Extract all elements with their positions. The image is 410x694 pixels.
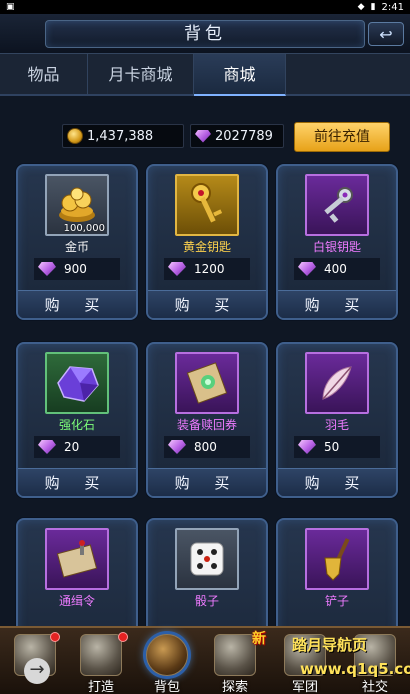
gold-balance: 1,437,388 bbox=[62, 124, 184, 148]
notification-icon: ▣ bbox=[6, 2, 15, 12]
battery-icon: ▮ bbox=[370, 2, 376, 12]
compass-icon bbox=[214, 634, 256, 676]
shovel-icon bbox=[324, 538, 350, 581]
tab-monthly-card-shop[interactable]: 月卡商城 bbox=[88, 54, 194, 96]
tab-bar: 物品 月卡商城 商城 bbox=[0, 54, 410, 96]
arrow-right-icon[interactable]: → bbox=[24, 658, 50, 684]
item-price: 1200 bbox=[164, 258, 250, 280]
gem-icon bbox=[298, 440, 316, 454]
nav-label: 军团 bbox=[291, 680, 318, 694]
watermark-title: 踏月导航页 bbox=[292, 636, 368, 654]
gem-amount: 2027789 bbox=[215, 128, 273, 144]
gold-amount: 1,437,388 bbox=[87, 128, 154, 144]
item-price: 20 bbox=[34, 436, 120, 458]
backpack-icon bbox=[146, 634, 188, 676]
item-thumbnail[interactable] bbox=[305, 174, 369, 236]
gem-balance: 2027789 bbox=[190, 124, 284, 148]
item-name: 羽毛 bbox=[324, 418, 349, 432]
item-thumbnail[interactable] bbox=[45, 352, 109, 414]
back-button[interactable]: ↩ bbox=[368, 22, 404, 46]
item-thumbnail[interactable] bbox=[175, 528, 239, 590]
nav-label: 探索 bbox=[221, 680, 248, 694]
item-name: 骰子 bbox=[194, 594, 219, 608]
item-thumbnail[interactable] bbox=[305, 528, 369, 590]
header-bar: 背包 ↩ bbox=[0, 14, 410, 54]
item-name: 白银钥匙 bbox=[312, 240, 361, 254]
watermark-url: www.q1q5.com bbox=[300, 660, 410, 678]
item-price-value: 800 bbox=[194, 440, 217, 454]
status-time: 2:41 bbox=[381, 1, 404, 13]
nav-item-bag[interactable]: 背包 bbox=[132, 628, 202, 694]
item-price: 900 bbox=[34, 258, 120, 280]
item-thumbnail[interactable]: 100,000 bbox=[45, 174, 109, 236]
buy-button[interactable]: 购 买 bbox=[148, 290, 266, 318]
item-thumbnail[interactable] bbox=[175, 352, 239, 414]
buy-button[interactable]: 购 买 bbox=[18, 290, 136, 318]
item-price-value: 1200 bbox=[194, 262, 225, 276]
item-thumbnail[interactable] bbox=[305, 352, 369, 414]
gold-coins-icon bbox=[59, 187, 95, 222]
tab-shop[interactable]: 商城 bbox=[194, 54, 286, 96]
recharge-button[interactable]: 前往充值 bbox=[294, 122, 390, 152]
item-name: 强化石 bbox=[58, 418, 95, 432]
buy-button[interactable]: 购 买 bbox=[148, 468, 266, 496]
wanted-poster-icon bbox=[56, 540, 98, 578]
tab-items[interactable]: 物品 bbox=[0, 54, 88, 96]
item-price: 50 bbox=[294, 436, 380, 458]
item-price: 400 bbox=[294, 258, 380, 280]
shop-item-card: 白银钥匙 400 购 买 bbox=[276, 164, 398, 320]
item-name: 装备赎回券 bbox=[176, 418, 237, 432]
notification-dot bbox=[50, 632, 60, 642]
new-badge: 新 bbox=[252, 631, 266, 647]
shop-item-card: 100,000 金币 900 购 买 bbox=[16, 164, 138, 320]
item-name: 黄金钥匙 bbox=[182, 240, 231, 254]
notification-dot bbox=[118, 632, 128, 642]
back-arrow-icon: ↩ bbox=[379, 24, 393, 44]
shop-item-card: 装备赎回券 800 购 买 bbox=[146, 342, 268, 498]
buy-button[interactable]: 购 买 bbox=[278, 468, 396, 496]
item-price-value: 900 bbox=[64, 262, 87, 276]
gem-icon bbox=[38, 262, 56, 276]
gold-key-icon bbox=[191, 183, 223, 223]
shop-item-card: 羽毛 50 购 买 bbox=[276, 342, 398, 498]
item-quantity: 100,000 bbox=[63, 223, 105, 234]
gold-coin-icon bbox=[67, 128, 83, 144]
buy-button[interactable]: 购 买 bbox=[278, 290, 396, 318]
gem-icon bbox=[168, 262, 186, 276]
shop-item-card: 强化石 20 购 买 bbox=[16, 342, 138, 498]
wifi-icon: ◆ bbox=[357, 2, 365, 12]
gem-icon bbox=[195, 129, 211, 143]
item-price-value: 20 bbox=[64, 440, 80, 454]
item-name: 铲子 bbox=[324, 594, 349, 608]
anvil-icon bbox=[80, 634, 122, 676]
nav-label: 背包 bbox=[153, 680, 180, 694]
feather-icon bbox=[322, 366, 352, 400]
item-name: 金币 bbox=[64, 240, 89, 254]
scroll-icon bbox=[186, 362, 228, 404]
dice-icon bbox=[190, 542, 224, 576]
buy-button[interactable]: 购 买 bbox=[18, 468, 136, 496]
item-price-value: 400 bbox=[324, 262, 347, 276]
item-thumbnail[interactable] bbox=[45, 528, 109, 590]
nav-item-craft[interactable]: 打造 bbox=[66, 628, 136, 694]
enhancement-stone-icon bbox=[57, 366, 99, 402]
item-name: 通缉令 bbox=[58, 594, 95, 608]
silver-key-icon bbox=[324, 187, 353, 223]
item-price-value: 50 bbox=[324, 440, 340, 454]
gem-icon bbox=[298, 262, 316, 276]
gem-icon bbox=[168, 440, 186, 454]
gem-icon bbox=[38, 440, 56, 454]
item-price: 800 bbox=[164, 436, 250, 458]
item-thumbnail[interactable] bbox=[175, 174, 239, 236]
nav-label: 社交 bbox=[361, 680, 388, 694]
status-bar: ▣ ◆ ▮ 2:41 bbox=[0, 0, 410, 14]
page-title: 背包 bbox=[184, 24, 226, 44]
nav-item-main[interactable]: → bbox=[0, 628, 70, 694]
nav-label: 打造 bbox=[87, 680, 114, 694]
shop-item-card: 黄金钥匙 1200 购 买 bbox=[146, 164, 268, 320]
